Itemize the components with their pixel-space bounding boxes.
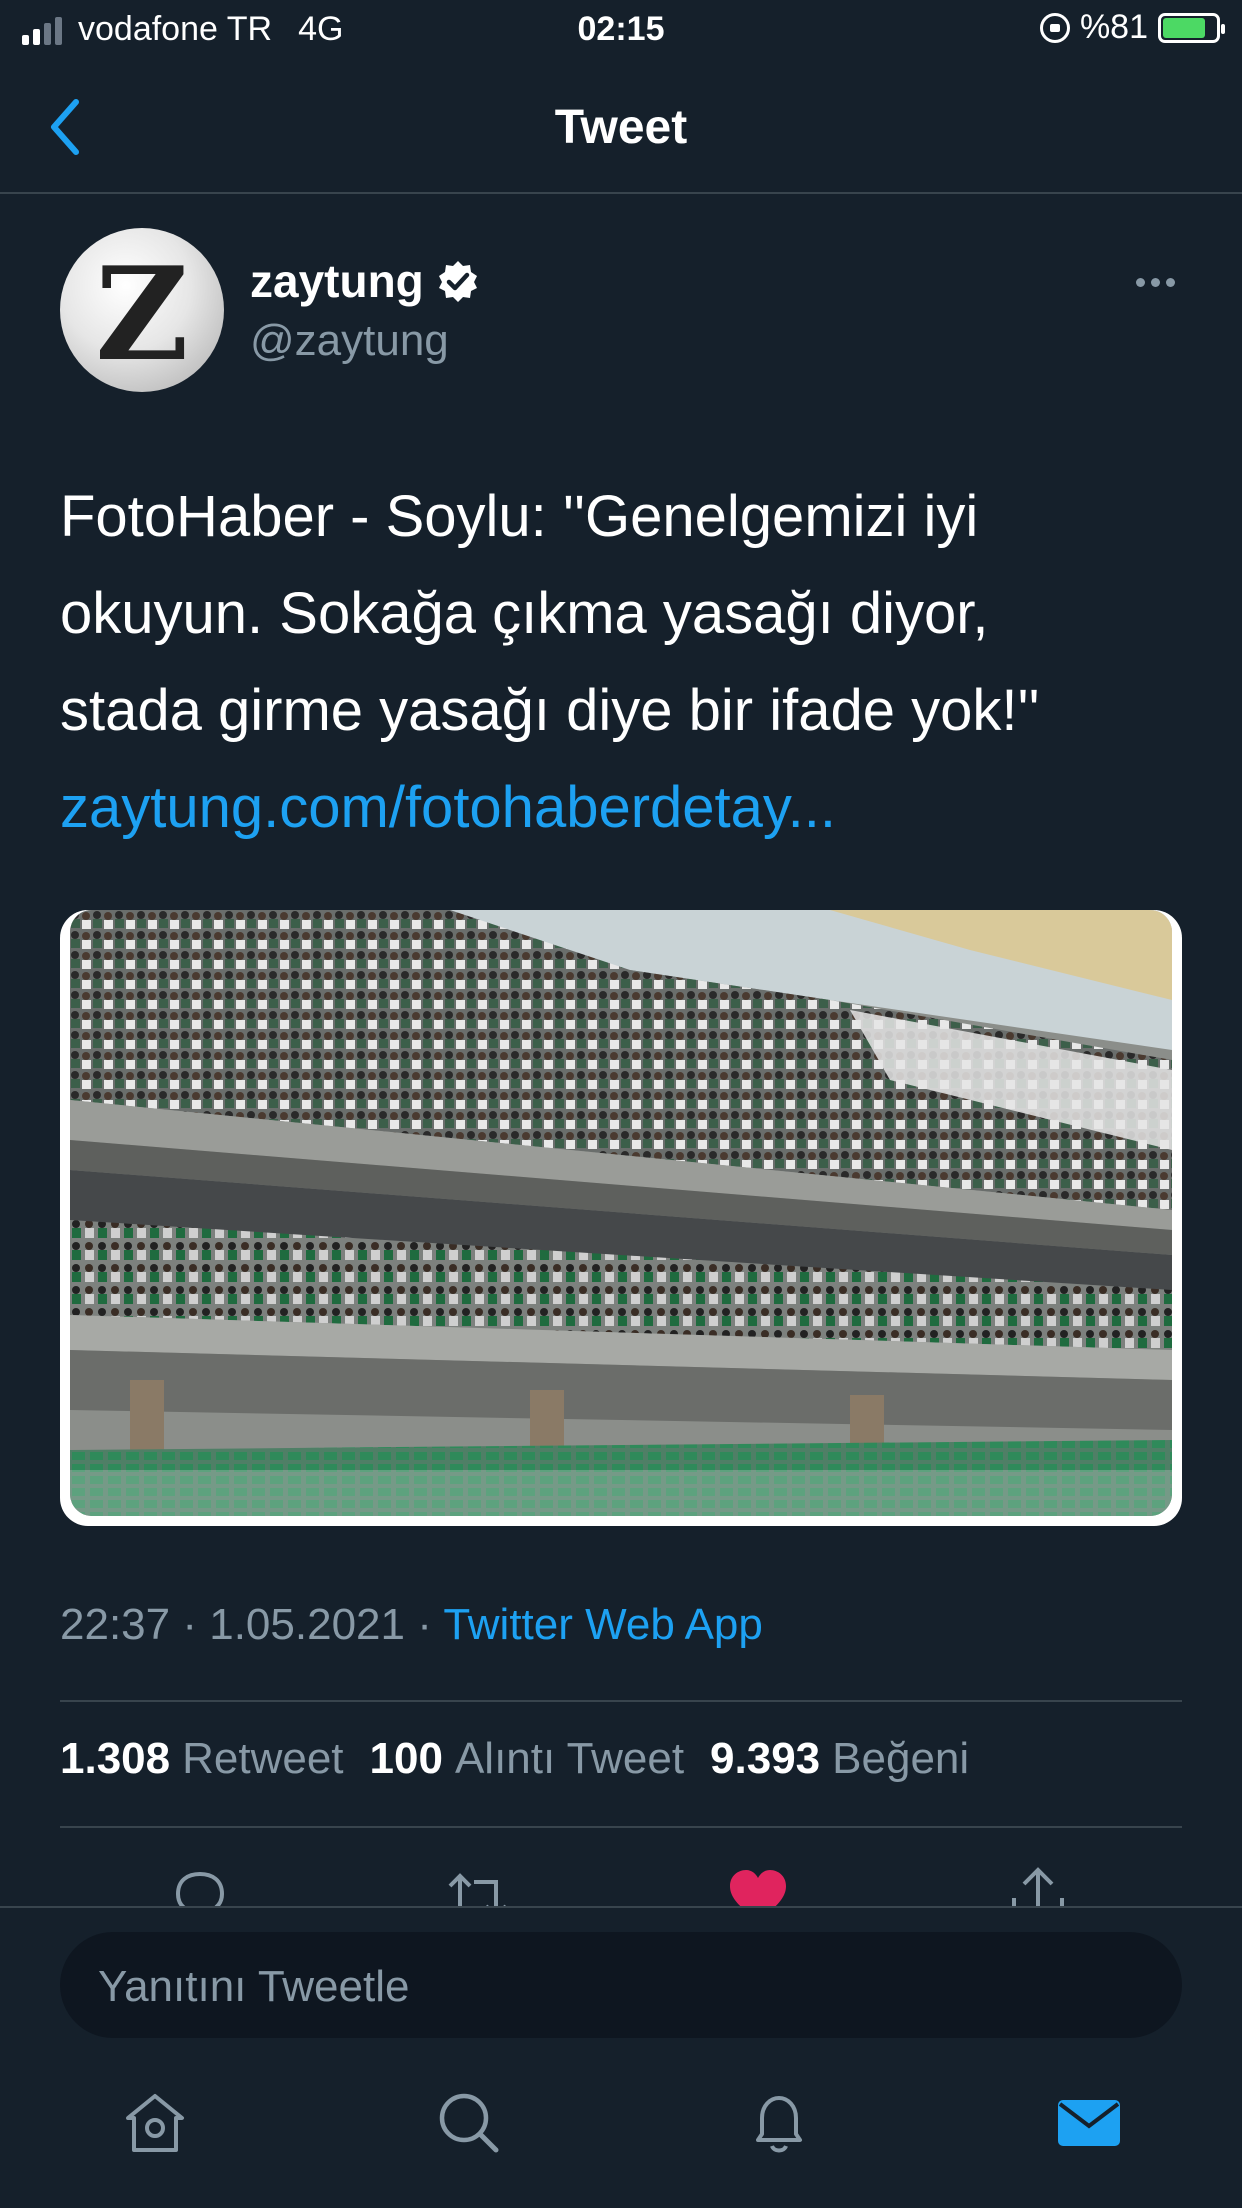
meta-separator: · (182, 1600, 197, 1649)
likes-label: Beğeni (832, 1734, 970, 1783)
quotes-stat[interactable]: 100 Alıntı Tweet (370, 1734, 685, 1784)
stadium-photo (70, 910, 1172, 1516)
divider (60, 1826, 1182, 1828)
avatar[interactable]: Z (60, 228, 224, 392)
quotes-label: Alıntı Tweet (454, 1734, 685, 1783)
reply-button[interactable] (168, 1864, 232, 1908)
meta-separator: · (417, 1600, 432, 1649)
retweet-icon (448, 1873, 508, 1908)
tweet-time: 22:37 (60, 1600, 171, 1649)
tweet-body: FotoHaber - Soylu: ''Genelgemizi iyi oku… (60, 468, 1180, 856)
rotation-lock-icon (1039, 12, 1070, 43)
quotes-count: 100 (369, 1734, 443, 1783)
divider (60, 1700, 1182, 1702)
bottom-tab-bar (0, 2088, 1242, 2188)
tab-messages[interactable] (1054, 2088, 1124, 2158)
bottom-panel: Yanıtını Tweetle (0, 1906, 1242, 2208)
more-options-button[interactable] (1130, 264, 1180, 300)
retweets-stat[interactable]: 1.308 Retweet (60, 1734, 344, 1784)
author-display-name: zaytung (250, 255, 424, 307)
tweet-date: 1.05.2021 (209, 1600, 405, 1649)
tweet-timestamp: 22:37 · 1.05.2021 · Twitter Web App (60, 1600, 763, 1650)
tab-search[interactable] (434, 2088, 504, 2158)
notifications-icon (756, 2096, 802, 2153)
tweet-text-line: okuyun. Sokağa çıkma yasağı diyor, (60, 581, 989, 646)
search-icon (439, 2093, 499, 2153)
avatar-letter: Z (95, 240, 189, 390)
more-icon-dot (1150, 277, 1160, 287)
home-icon (126, 2094, 184, 2152)
retweets-label: Retweet (182, 1734, 344, 1783)
tab-home[interactable] (120, 2088, 190, 2158)
like-button[interactable] (726, 1864, 790, 1908)
tweet-detail-screen: vodafone TR 4G 02:15 %81 Tweet Z zaytung… (0, 0, 1242, 2208)
battery-fill (1163, 17, 1206, 38)
page-title: Tweet (554, 101, 688, 154)
retweets-count: 1.308 (60, 1734, 171, 1783)
more-icon-dot (1165, 277, 1175, 287)
verified-badge-icon (438, 261, 477, 302)
likes-stat[interactable]: 9.393 Beğeni (710, 1734, 969, 1784)
tweet-text-line: stada girme yasağı diye bir ifade yok!'' (60, 678, 1040, 743)
tweet-media-image[interactable] (60, 910, 1182, 1526)
tweet-text-line: FotoHaber - Soylu: ''Genelgemizi iyi (60, 484, 979, 549)
reply-input[interactable]: Yanıtını Tweetle (60, 1932, 1182, 2038)
top-navigation-bar: Tweet (0, 62, 1242, 194)
status-bar: vodafone TR 4G 02:15 %81 (0, 0, 1242, 62)
more-icon (1135, 277, 1145, 287)
retweet-button[interactable] (446, 1864, 510, 1908)
share-icon (1012, 1867, 1064, 1908)
author-name[interactable]: zaytung (250, 254, 480, 308)
tweet-actions (0, 1858, 1242, 1908)
author-handle[interactable]: @zaytung (250, 316, 449, 366)
source-app-link[interactable]: Twitter Web App (443, 1600, 763, 1649)
likes-count: 9.393 (710, 1734, 821, 1783)
like-icon (730, 1870, 786, 1908)
battery-percentage: %81 (1079, 8, 1148, 46)
reply-icon (175, 1871, 225, 1908)
status-bar-right: %81 (1039, 8, 1225, 47)
share-button[interactable] (1006, 1864, 1070, 1908)
battery-icon (1158, 12, 1225, 43)
tweet-stats: 1.308 Retweet 100 Alıntı Tweet 9.393 Beğeni (60, 1734, 969, 1784)
tweet-link[interactable]: zaytung.com/fotohaberdetay... (60, 759, 1180, 856)
tab-notifications[interactable] (744, 2088, 814, 2158)
messages-icon (1058, 2100, 1120, 2146)
reply-placeholder: Yanıtını Tweetle (98, 1962, 410, 2011)
